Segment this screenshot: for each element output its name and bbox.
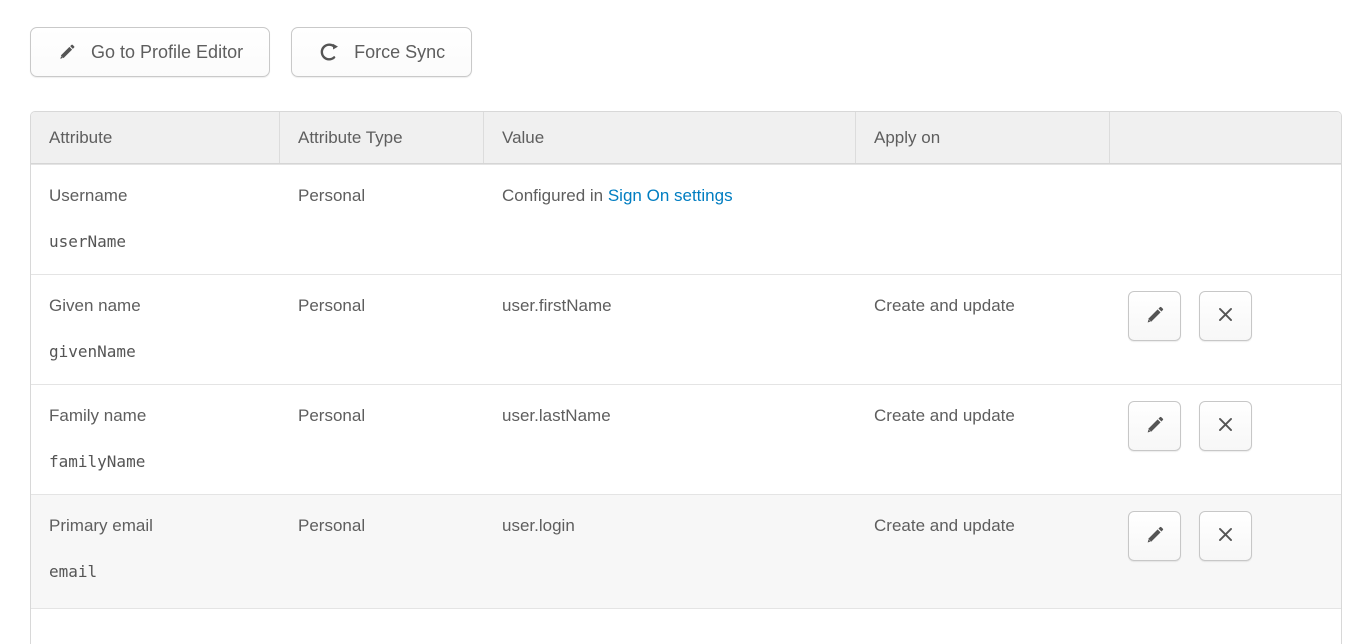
attribute-mappings-page: Go to Profile Editor Force Sync Attribut… xyxy=(0,0,1370,644)
go-to-profile-editor-label: Go to Profile Editor xyxy=(91,42,243,63)
table-row: Given name givenName Personal user.first… xyxy=(31,274,1341,384)
actions-cell xyxy=(1110,275,1341,384)
pencil-icon xyxy=(57,42,77,62)
attribute-cell: Given name givenName xyxy=(31,275,280,384)
column-header-value: Value xyxy=(484,112,856,163)
value-cell: user.login xyxy=(484,495,856,608)
attribute-variable: email xyxy=(49,562,270,581)
value-prefix: Configured in xyxy=(502,186,608,205)
value-cell: user.lastName xyxy=(484,385,856,494)
delete-mapping-button[interactable] xyxy=(1199,291,1252,341)
pencil-icon xyxy=(1144,414,1166,439)
toolbar: Go to Profile Editor Force Sync xyxy=(30,27,1370,77)
value-cell: user.firstName xyxy=(484,275,856,384)
attribute-label: Given name xyxy=(49,296,270,316)
table-row: Family name familyName Personal user.las… xyxy=(31,384,1341,494)
column-header-attribute-type: Attribute Type xyxy=(280,112,484,163)
attribute-variable: familyName xyxy=(49,452,270,471)
apply-on-cell: Create and update xyxy=(856,385,1110,494)
pencil-icon xyxy=(1144,524,1166,549)
attribute-cell: Username userName xyxy=(31,165,280,274)
apply-on-cell xyxy=(856,165,1110,274)
attribute-label: Username xyxy=(49,186,270,206)
edit-mapping-button[interactable] xyxy=(1128,511,1181,561)
attributes-table: Attribute Attribute Type Value Apply on … xyxy=(30,111,1342,644)
attribute-variable: userName xyxy=(49,232,270,251)
x-icon xyxy=(1216,305,1235,327)
x-icon xyxy=(1216,525,1235,547)
attribute-type-cell: Personal xyxy=(280,495,484,608)
edit-mapping-button[interactable] xyxy=(1128,291,1181,341)
x-icon xyxy=(1216,415,1235,437)
actions-cell xyxy=(1110,495,1341,608)
attribute-variable: givenName xyxy=(49,342,270,361)
attribute-type-cell: Personal xyxy=(280,385,484,494)
table-row: Username userName Personal Configured in… xyxy=(31,164,1341,274)
table-row: Primary email email Personal user.login … xyxy=(31,494,1341,608)
attribute-cell: Family name familyName xyxy=(31,385,280,494)
column-header-attribute: Attribute xyxy=(31,112,280,163)
attribute-type-cell: Personal xyxy=(280,165,484,274)
actions-cell xyxy=(1110,165,1341,274)
force-sync-label: Force Sync xyxy=(354,42,445,63)
value-cell: Configured in Sign On settings xyxy=(484,165,856,274)
table-row xyxy=(31,608,1341,644)
apply-on-cell: Create and update xyxy=(856,495,1110,608)
attribute-cell: Primary email email xyxy=(31,495,280,608)
delete-mapping-button[interactable] xyxy=(1199,511,1252,561)
refresh-icon xyxy=(318,41,340,63)
actions-cell xyxy=(1110,385,1341,494)
attribute-label: Family name xyxy=(49,406,270,426)
attribute-type-cell: Personal xyxy=(280,275,484,384)
sign-on-settings-link[interactable]: Sign On settings xyxy=(608,186,733,205)
pencil-icon xyxy=(1144,304,1166,329)
force-sync-button[interactable]: Force Sync xyxy=(291,27,472,77)
delete-mapping-button[interactable] xyxy=(1199,401,1252,451)
attribute-label: Primary email xyxy=(49,516,270,536)
apply-on-cell: Create and update xyxy=(856,275,1110,384)
column-header-actions xyxy=(1110,112,1341,163)
edit-mapping-button[interactable] xyxy=(1128,401,1181,451)
go-to-profile-editor-button[interactable]: Go to Profile Editor xyxy=(30,27,270,77)
table-header-row: Attribute Attribute Type Value Apply on xyxy=(31,112,1341,164)
column-header-apply-on: Apply on xyxy=(856,112,1110,163)
